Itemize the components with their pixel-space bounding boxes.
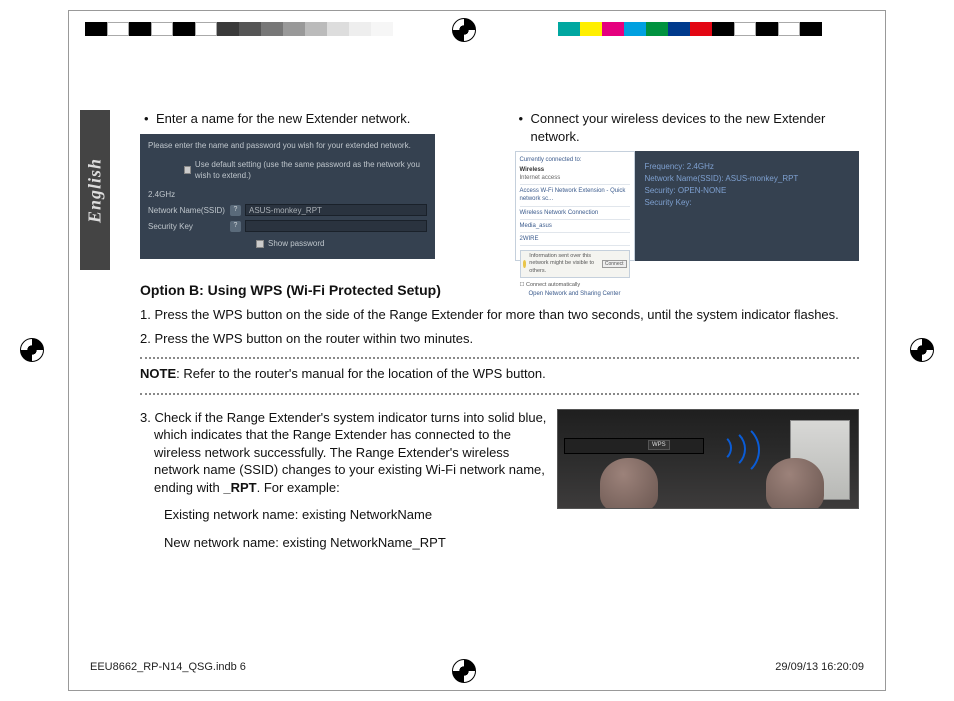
extender-name-dialog: Please enter the name and password you w… xyxy=(140,134,435,260)
page-footer: EEU8662_RP-N14_QSG.indb 6 29/09/13 16:20… xyxy=(90,661,864,673)
divider-dotted xyxy=(140,393,859,395)
help-icon: ? xyxy=(230,205,241,216)
registration-mark-icon xyxy=(20,338,44,362)
example-existing: Existing network name: existing NetworkN… xyxy=(140,506,547,524)
step-1: 1. Press the WPS button on the side of t… xyxy=(140,306,859,324)
band-label: 2.4GHz xyxy=(148,189,230,200)
divider-dotted xyxy=(140,357,859,359)
router-graphic xyxy=(564,438,704,454)
step-2: 2. Press the WPS button on the router wi… xyxy=(140,330,859,348)
footer-file: EEU8662_RP-N14_QSG.indb 6 xyxy=(90,661,246,673)
use-default-label: Use default setting (use the same passwo… xyxy=(195,159,427,181)
checkbox-icon xyxy=(256,240,264,248)
warning-icon xyxy=(523,260,527,268)
popup-item: Wireless Internet access xyxy=(520,164,630,185)
show-password-label: Show password xyxy=(268,238,324,249)
bullet-icon: • xyxy=(140,110,156,128)
language-tab: English xyxy=(80,110,110,270)
windows-network-popup: Currently connected to: Wireless Interne… xyxy=(515,151,635,261)
security-key-label: Security Key xyxy=(148,221,230,232)
example-new: New network name: existing NetworkName_R… xyxy=(140,534,547,552)
dialog-instruction: Please enter the name and password you w… xyxy=(148,140,427,151)
popup-item: Access W-Fi Network Extension - Quick ne… xyxy=(520,185,630,206)
auto-connect-row: ☐ Connect automatically xyxy=(520,282,630,289)
popup-footer-link: Open Network and Sharing Center xyxy=(520,290,630,298)
registration-swatches-left xyxy=(85,22,393,36)
registration-mark-icon xyxy=(910,338,934,362)
warning-box: Information sent over this network might… xyxy=(520,250,630,278)
network-info-panel: Frequency: 2.4GHz Network Name(SSID): AS… xyxy=(635,151,860,261)
registration-mark-icon xyxy=(452,18,476,42)
hand-graphic xyxy=(766,458,824,509)
signal-wave-icon xyxy=(704,422,760,478)
option-b-heading: Option B: Using WPS (Wi-Fi Protected Set… xyxy=(140,281,859,300)
popup-item: Wireless Network Connection xyxy=(520,207,630,220)
info-line: Network Name(SSID): ASUS-monkey_RPT xyxy=(645,173,850,185)
hand-graphic xyxy=(600,458,658,509)
bullet-text: Connect your wireless devices to the new… xyxy=(531,110,860,145)
info-line: Frequency: 2.4GHz xyxy=(645,161,850,173)
connect-button: Connect xyxy=(602,260,627,269)
help-icon: ? xyxy=(230,221,241,232)
checkbox-icon xyxy=(184,166,191,174)
footer-timestamp: 29/09/13 16:20:09 xyxy=(775,661,864,673)
popup-item: Media_asus xyxy=(520,220,630,233)
ssid-label: Network Name(SSID) xyxy=(148,205,230,216)
wps-label: WPS xyxy=(648,440,670,450)
info-line: Security: OPEN-NONE xyxy=(645,185,850,197)
ssid-input: ASUS-monkey_RPT xyxy=(245,204,427,216)
wps-illustration: WPS xyxy=(557,409,859,509)
registration-swatches-right xyxy=(558,22,822,36)
popup-item: 2WIRE xyxy=(520,233,630,246)
step-3: 3. Check if the Range Extender's system … xyxy=(140,409,547,497)
bullet-icon: • xyxy=(515,110,531,145)
info-line: Security Key: xyxy=(645,197,850,209)
note-text: NOTE: Refer to the router's manual for t… xyxy=(140,365,859,383)
security-key-input xyxy=(245,220,427,232)
bullet-text: Enter a name for the new Extender networ… xyxy=(156,110,485,128)
popup-header: Currently connected to: xyxy=(520,156,630,164)
page-content: • Enter a name for the new Extender netw… xyxy=(140,110,859,551)
